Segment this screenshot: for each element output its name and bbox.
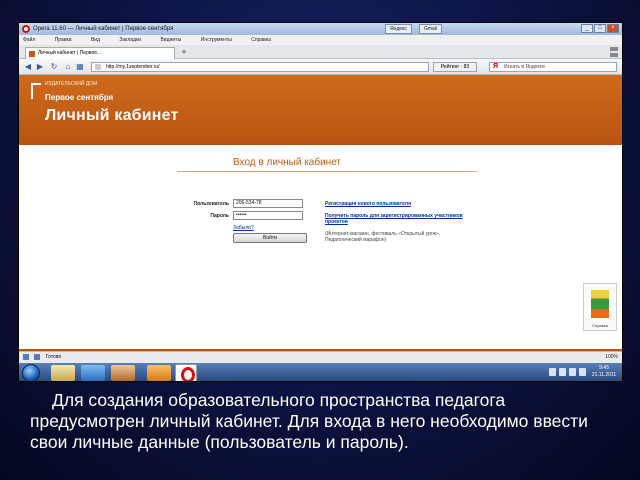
system-clock[interactable]: 9:45 21.11.2011 — [589, 365, 619, 379]
opera-logo-icon[interactable] — [22, 25, 30, 33]
navigation-toolbar: ◀ ▶ ↻ ⌂ ▦ http://my.1september.ru/ Рейти… — [19, 59, 622, 75]
reload-icon[interactable]: ↻ — [49, 62, 59, 72]
password-label: Пароль — [210, 213, 229, 219]
address-bar[interactable]: http://my.1september.ru/ — [91, 62, 429, 72]
rating-button[interactable]: Рейтинг · 83 — [433, 62, 477, 72]
system-tray — [549, 368, 586, 376]
tray-volume-icon[interactable] — [559, 368, 566, 376]
speed-dial-icon[interactable]: ▦ — [75, 62, 85, 72]
search-input[interactable]: Я Искать в Яндексе — [489, 62, 617, 72]
password-field[interactable]: •••••• — [233, 211, 303, 220]
brand-logo-icon — [31, 83, 41, 99]
login-button[interactable]: Войти — [233, 233, 307, 243]
username-field[interactable]: 206-534-78 — [233, 199, 303, 208]
window-titlebar: Opera 11.60 — Личный кабинет | Первое се… — [19, 23, 622, 35]
address-text: http://my.1september.ru/ — [106, 64, 160, 70]
tab-bar-menu-icon[interactable] — [610, 47, 618, 59]
tab-label: Личный кабинет | Первое... — [38, 50, 102, 56]
screenshot-frame: Opera 11.60 — Личный кабинет | Первое се… — [18, 22, 623, 382]
publisher-label: ИЗДАТЕЛЬСКИЙ ДОМ — [45, 81, 98, 87]
window-title: Opera 11.60 — Личный кабинет | Первое се… — [33, 26, 174, 32]
speed-tab-gmail[interactable]: Gmail — [419, 24, 443, 34]
app-launcher-icon[interactable] — [147, 365, 171, 381]
projects-note: (Интернет-магазин, фестиваль «Открытый у… — [325, 231, 441, 243]
close-button[interactable]: × — [607, 24, 619, 33]
menu-item-widgets[interactable]: Виджеты — [160, 37, 181, 43]
new-tab-button[interactable]: + — [179, 48, 189, 58]
clock-date: 21.11.2011 — [591, 372, 617, 378]
register-link[interactable]: Регистрация нового пользователя — [325, 201, 475, 207]
panel-toggle-icon[interactable] — [23, 353, 29, 360]
status-text: Готово — [45, 354, 62, 360]
web-page: ИЗДАТЕЛЬСКИЙ ДОМ Первое сентября Личный … — [19, 75, 622, 371]
clock-time: 9:45 — [599, 365, 609, 371]
minimize-button[interactable]: _ — [581, 24, 593, 33]
zoom-level[interactable]: 100% — [605, 352, 618, 363]
file-manager-icon[interactable] — [51, 365, 75, 381]
menu-item-edit[interactable]: Правка — [55, 37, 72, 43]
promo-banner[interactable]: Справка — [583, 283, 617, 331]
login-heading: Вход в личный кабинет — [233, 157, 341, 168]
magazine-cover-image — [591, 290, 609, 318]
site-favicon-icon — [29, 51, 35, 57]
menu-item-view[interactable]: Вид — [91, 37, 100, 43]
forgot-password-link[interactable]: Забыли? — [233, 225, 254, 231]
slide-caption: Для создания образовательного пространст… — [30, 390, 588, 452]
divider — [177, 171, 477, 172]
menu-item-help[interactable]: Справка — [251, 37, 271, 43]
window-controls: _ □ × — [581, 24, 619, 33]
forward-arrow-icon[interactable]: ▶ — [35, 62, 45, 72]
windows-taskbar: 9:45 21.11.2011 — [19, 363, 622, 381]
site-info-icon[interactable] — [95, 64, 101, 70]
speed-tab-yandex[interactable]: Яндекс — [385, 24, 412, 34]
menu-item-tools[interactable]: Инструменты — [201, 37, 232, 43]
get-password-link[interactable]: Получить пароль для зарегистрированных у… — [325, 213, 475, 225]
back-arrow-icon[interactable]: ◀ — [23, 62, 33, 72]
opera-taskbar-icon[interactable] — [175, 364, 197, 381]
yandex-search-icon: Я — [493, 63, 499, 70]
tray-flag-icon[interactable] — [579, 368, 586, 376]
status-bar: Готово 100% — [19, 351, 622, 363]
tab-personal-cabinet[interactable]: Личный кабинет | Первое... — [25, 47, 175, 59]
user-label: Пользователь — [193, 201, 229, 207]
menu-item-bookmarks[interactable]: Закладки — [119, 37, 141, 43]
menu-bar: Файл Правка Вид Закладки Виджеты Инструм… — [19, 35, 622, 45]
tray-language-icon[interactable] — [569, 368, 576, 376]
search-placeholder: Искать в Яндексе — [504, 64, 545, 70]
menu-item-file[interactable]: Файл — [23, 37, 35, 43]
maximize-button[interactable]: □ — [594, 24, 606, 33]
registration-links: Регистрация нового пользователя Получить… — [325, 201, 475, 243]
promo-caption: Справка — [592, 323, 608, 328]
internet-explorer-icon[interactable] — [81, 365, 105, 381]
brand-name[interactable]: Первое сентября — [45, 93, 113, 102]
tray-network-icon[interactable] — [549, 368, 556, 376]
start-button-icon[interactable] — [22, 364, 40, 381]
tab-bar: Личный кабинет | Первое... + — [19, 45, 622, 59]
settings-icon[interactable] — [34, 353, 41, 360]
site-header: ИЗДАТЕЛЬСКИЙ ДОМ Первое сентября Личный … — [19, 75, 622, 145]
home-icon[interactable]: ⌂ — [63, 62, 73, 72]
media-player-icon[interactable] — [111, 365, 135, 381]
page-title: Личный кабинет — [45, 107, 179, 124]
